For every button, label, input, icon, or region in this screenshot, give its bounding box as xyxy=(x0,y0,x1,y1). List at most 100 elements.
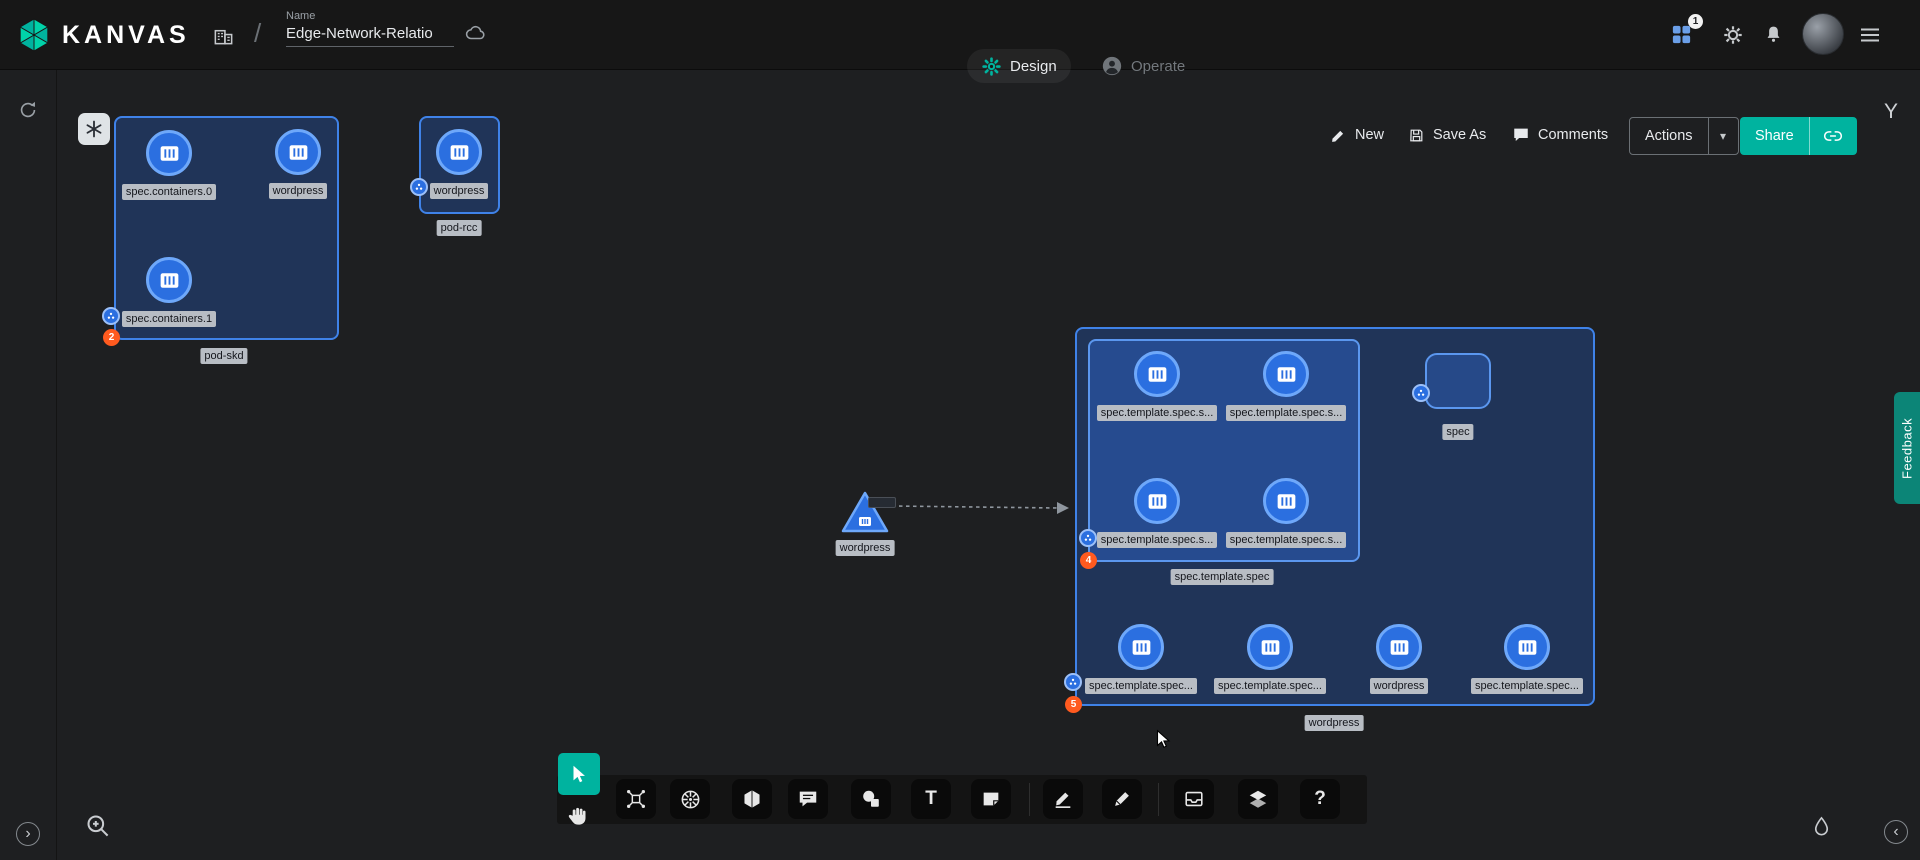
pod-mini-icon[interactable] xyxy=(410,178,428,196)
comment-icon xyxy=(1512,126,1530,144)
pod-mini-icon[interactable] xyxy=(102,307,120,325)
group-label: wordpress xyxy=(1305,715,1364,731)
integrations-tool[interactable] xyxy=(616,779,656,819)
save-icon xyxy=(1408,127,1425,144)
save-as-button[interactable]: Save As xyxy=(1408,122,1486,148)
new-button[interactable]: New xyxy=(1330,122,1384,148)
pan-tool[interactable] xyxy=(562,798,596,834)
node-template-container[interactable]: spec.template.spec... xyxy=(1066,624,1216,694)
node-label: spec.template.spec... xyxy=(1471,678,1583,694)
meshery-tool[interactable] xyxy=(732,779,772,819)
sync-icon[interactable] xyxy=(17,99,39,121)
left-rail-divider xyxy=(56,70,57,860)
notification-count-badge: 1 xyxy=(1688,14,1703,29)
node-wordpress-container[interactable]: wordpress xyxy=(223,129,373,199)
node-template-container[interactable]: spec.template.spec.s... xyxy=(1082,351,1232,421)
text-tool[interactable]: T xyxy=(911,779,951,819)
design-name-block: Name xyxy=(286,10,454,47)
pod-mini-icon[interactable] xyxy=(1064,673,1082,691)
avatar[interactable] xyxy=(1802,13,1844,55)
chevron-right-icon: › xyxy=(25,826,30,842)
group-label: pod-skd xyxy=(200,348,247,364)
pencil-tool[interactable] xyxy=(1043,779,1083,819)
comment-tool[interactable] xyxy=(788,779,828,819)
share-label: Share xyxy=(1740,117,1809,155)
copy-link-button[interactable] xyxy=(1809,117,1857,155)
help-tool[interactable]: ? xyxy=(1300,779,1340,819)
text-tool-icon: T xyxy=(925,788,937,810)
help-icon: ? xyxy=(1314,788,1326,810)
container-icon xyxy=(1263,478,1309,524)
link-icon xyxy=(1823,126,1843,146)
container-icon xyxy=(275,129,321,175)
comments-button[interactable]: Comments xyxy=(1512,122,1608,148)
container-icon xyxy=(1134,351,1180,397)
node-spec[interactable] xyxy=(1425,353,1491,409)
share-button[interactable]: Share xyxy=(1740,117,1857,155)
pen-icon xyxy=(1111,788,1133,810)
node-template-container[interactable]: spec.template.spec.s... xyxy=(1082,478,1232,548)
operate-person-icon xyxy=(1101,55,1123,77)
layers-tool[interactable] xyxy=(1238,779,1278,819)
group-label: pod-rcc xyxy=(437,220,482,236)
dock-separator xyxy=(1029,783,1030,816)
design-name-input[interactable] xyxy=(286,25,454,47)
kubernetes-icon xyxy=(679,788,702,811)
node-label: spec xyxy=(1442,424,1473,440)
tab-operate[interactable]: Operate xyxy=(1087,49,1199,83)
zoom-icon[interactable] xyxy=(84,812,111,839)
node-template-container[interactable]: spec.template.spec.s... xyxy=(1211,351,1361,421)
comments-label: Comments xyxy=(1538,127,1608,143)
container-icon xyxy=(1247,624,1293,670)
node-label: wordpress xyxy=(269,183,328,199)
actions-button[interactable]: Actions ▾ xyxy=(1629,117,1739,155)
cloud-upload-icon[interactable] xyxy=(462,22,489,44)
bell-icon[interactable] xyxy=(1763,24,1784,45)
comment-icon xyxy=(797,788,819,810)
node-wordpress-container[interactable]: wordpress xyxy=(384,129,534,199)
drop-icon[interactable] xyxy=(1810,815,1833,838)
gear-icon[interactable] xyxy=(1722,24,1744,46)
pen-tool[interactable] xyxy=(1102,779,1142,819)
chevron-down-icon: ▾ xyxy=(1720,129,1726,143)
error-count-badge[interactable]: 4 xyxy=(1080,552,1097,569)
node-spec-containers-0[interactable]: spec.containers.0 xyxy=(94,130,244,200)
pod-mini-icon[interactable] xyxy=(1412,384,1430,402)
group-label: spec.template.spec xyxy=(1171,569,1274,585)
tab-design[interactable]: Design xyxy=(967,49,1071,83)
container-icon xyxy=(1263,351,1309,397)
logo-text: KANVAS xyxy=(62,21,190,50)
kubernetes-tool[interactable] xyxy=(670,779,710,819)
select-tool[interactable] xyxy=(558,753,600,795)
node-label: spec.template.spec.s... xyxy=(1097,532,1218,548)
node-label: wordpress xyxy=(1370,678,1429,694)
container-icon xyxy=(1376,624,1422,670)
menu-icon[interactable] xyxy=(1858,23,1882,47)
organization-icon[interactable] xyxy=(212,24,235,47)
actions-label: Actions xyxy=(1630,118,1708,154)
chevron-left-icon: ‹ xyxy=(1893,824,1898,840)
pod-mini-icon[interactable] xyxy=(1079,529,1097,547)
kanvas-logo[interactable]: KANVAS xyxy=(16,17,190,53)
error-count-badge[interactable]: 5 xyxy=(1065,696,1082,713)
dock-separator xyxy=(1158,783,1159,816)
node-template-container[interactable]: spec.template.spec... xyxy=(1195,624,1345,694)
node-template-container[interactable]: spec.template.spec... xyxy=(1452,624,1602,694)
breadcrumb-separator: / xyxy=(254,18,261,49)
brand-y-glyph: Y xyxy=(1884,100,1898,124)
node-template-container[interactable]: spec.template.spec.s... xyxy=(1211,478,1361,548)
node-label: spec.containers.1 xyxy=(122,311,216,327)
feedback-tab[interactable]: Feedback xyxy=(1894,392,1920,504)
asterisk-icon xyxy=(84,119,104,139)
integrations-icon xyxy=(625,788,647,810)
shapes-tool[interactable] xyxy=(851,779,891,819)
asterisk-button[interactable] xyxy=(78,113,110,145)
node-label: spec.template.spec... xyxy=(1214,678,1326,694)
expand-panel-button[interactable]: › xyxy=(16,822,40,846)
error-count-badge[interactable]: 2 xyxy=(103,329,120,346)
collapse-panel-button[interactable]: ‹ xyxy=(1884,820,1908,844)
name-field-label: Name xyxy=(286,10,454,22)
note-tool[interactable] xyxy=(971,779,1011,819)
actions-dropdown[interactable]: ▾ xyxy=(1708,118,1738,154)
tray-tool[interactable] xyxy=(1174,779,1214,819)
